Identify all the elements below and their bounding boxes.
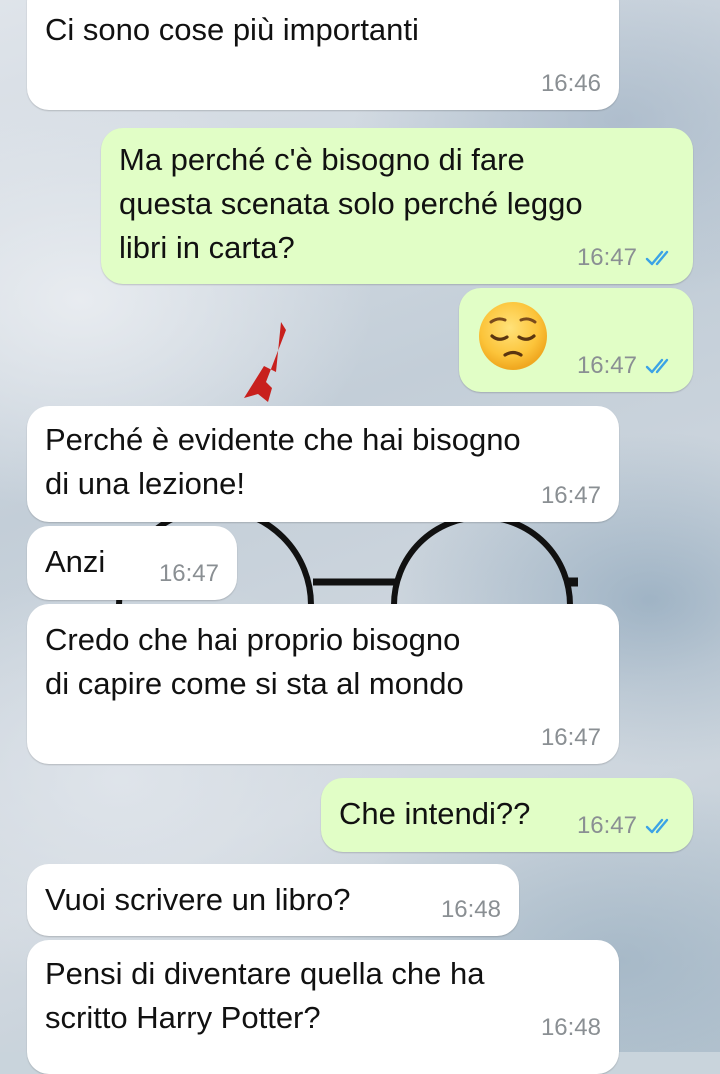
message-text: Vuoi scrivere un libro? [45,882,351,917]
message-bubble-incoming[interactable]: Pensi di diventare quella che ha scritto… [27,940,619,1074]
message-text: Perché è evidente che hai bisogno di una… [45,422,521,501]
message-time: 16:48 [540,1014,601,1041]
read-double-check-icon [645,358,669,374]
lightning-scar-art [244,322,286,402]
message-bubble-outgoing[interactable]: Che intendi?? 16:47 [321,778,693,852]
message-bubble-incoming[interactable]: Ci sono cose più importanti 16:46 [27,0,619,110]
message-text: Ci sono cose più importanti [45,12,419,47]
message-time: 16:47 [576,812,637,839]
message-time: 16:47 [540,724,601,751]
message-bubble-incoming[interactable]: Perché è evidente che hai bisogno di una… [27,406,619,522]
message-meta: 16:47 [541,724,601,752]
message-time: 16:47 [576,244,637,271]
message-time: 16:47 [158,560,219,587]
message-text: Che intendi?? [339,796,531,831]
message-text: Credo che hai proprio bisogno di capire … [45,622,464,701]
message-bubble-outgoing[interactable]: 16:47 [459,288,693,392]
message-bubble-incoming[interactable]: Vuoi scrivere un libro? 16:48 [27,864,519,936]
message-time: 16:47 [540,482,601,509]
message-meta: 16:47 [577,812,675,840]
read-double-check-icon [645,818,669,834]
message-meta: 16:47 [541,482,601,510]
message-time: 16:48 [440,896,501,923]
message-meta: 16:46 [541,70,601,98]
message-time: 16:46 [540,70,601,97]
message-text: Ma perché c'è bisogno di fare questa sce… [119,142,583,265]
message-bubble-incoming[interactable]: Anzi 16:47 [27,526,237,600]
message-text: Anzi [45,544,106,579]
message-meta: 16:47 [577,244,675,272]
message-bubble-outgoing[interactable]: Ma perché c'è bisogno di fare questa sce… [101,128,693,284]
message-meta: 16:47 [159,560,219,588]
message-meta: 16:47 [577,352,675,380]
read-double-check-icon [645,250,669,266]
message-meta: 16:48 [541,1014,601,1042]
pensive-face-emoji [479,302,547,370]
message-time: 16:47 [576,352,637,379]
message-bubble-incoming[interactable]: Credo che hai proprio bisogno di capire … [27,604,619,764]
message-text: Pensi di diventare quella che ha scritto… [45,956,485,1035]
message-meta: 16:48 [441,896,501,924]
